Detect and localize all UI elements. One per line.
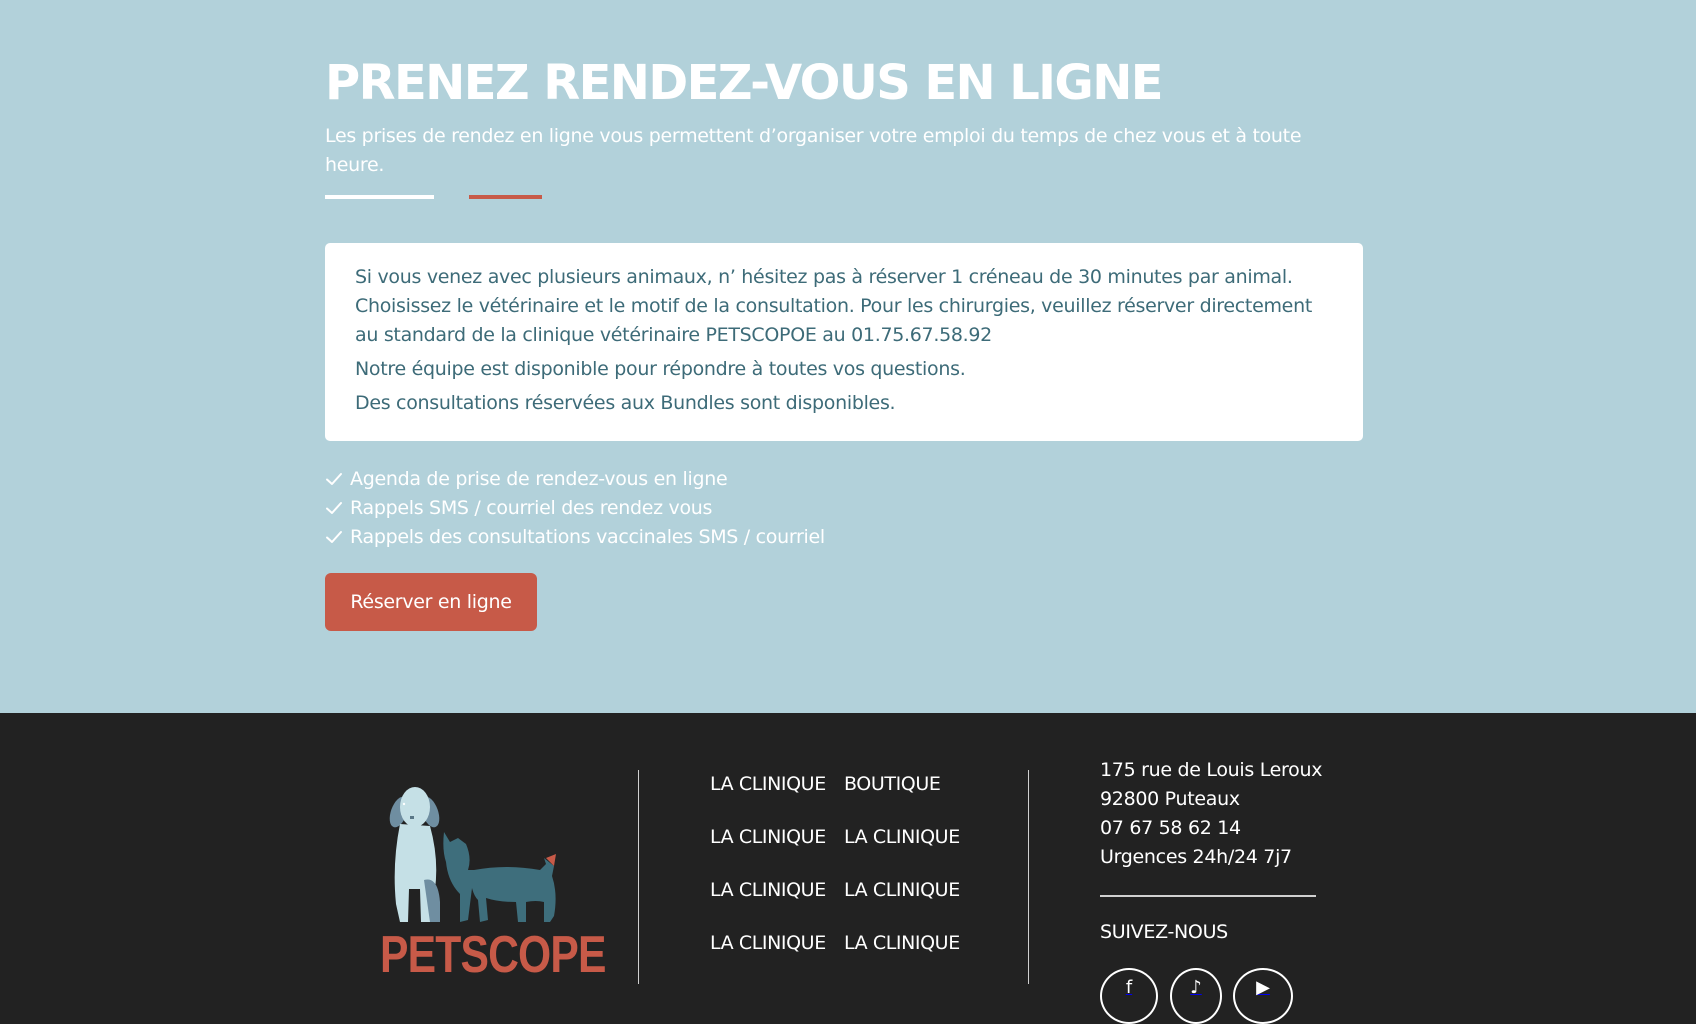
footer-link-clinique[interactable]: LA CLINIQUE [844,929,960,982]
footer-divider-right [1028,770,1029,984]
footer-nav-column-1: LA CLINIQUE LA CLINIQUE LA CLINIQUE LA C… [710,770,826,982]
page-title: PRENEZ RENDEZ-VOUS EN LIGNE [325,55,1164,111]
check-icon [326,530,342,543]
footer-link-clinique[interactable]: LA CLINIQUE [710,876,826,929]
appointment-section: PRENEZ RENDEZ-VOUS EN LIGNE Les prises d… [0,0,1696,713]
address-street: 175 rue de Louis Leroux [1100,759,1323,781]
info-paragraph-bundles: Des consultations réservées aux Bundles … [355,392,896,414]
list-item: Rappels des consultations vaccinales SMS… [325,522,825,551]
info-paragraph-animals: Si vous venez avec plusieurs animaux, n’… [355,266,1312,346]
footer-link-clinique[interactable]: LA CLINIQUE [710,770,826,823]
emergency-hours: Urgences 24h/24 7j7 [1100,846,1292,868]
follow-us-label: SUIVEZ-NOUS [1100,921,1228,943]
feature-label: Agenda de prise de rendez-vous en ligne [350,467,728,490]
book-online-button[interactable]: Réserver en ligne [325,573,537,631]
title-divider-red [469,195,542,199]
feature-label: Rappels des consultations vaccinales SMS… [350,525,825,548]
footer-nav-column-2: BOUTIQUE LA CLINIQUE LA CLINIQUE LA CLIN… [844,770,960,982]
title-divider-white [325,195,434,199]
logo-wordmark: PETSCOPE [380,926,606,984]
list-item: Rappels SMS / courriel des rendez vous [325,493,825,522]
youtube-icon[interactable]: ▶ [1233,968,1293,1024]
footer-link-clinique[interactable]: LA CLINIQUE [710,929,826,982]
address-city: 92800 Puteaux [1100,788,1240,810]
check-icon [326,472,342,485]
footer-link-clinique[interactable]: LA CLINIQUE [844,876,960,929]
tiktok-icon[interactable]: ♪ [1170,968,1222,1024]
footer-link-clinique[interactable]: LA CLINIQUE [844,823,960,876]
check-icon [326,501,342,514]
footer-link-clinique[interactable]: LA CLINIQUE [710,823,826,876]
contact-divider [1100,895,1316,897]
footer-divider-left [638,770,639,984]
info-paragraph-team: Notre équipe est disponible pour répondr… [355,358,966,380]
contact-block: 175 rue de Louis Leroux 92800 Puteaux 07… [1100,756,1322,872]
feature-label: Rappels SMS / courriel des rendez vous [350,496,713,519]
footer-link-boutique[interactable]: BOUTIQUE [844,770,960,823]
info-card: Si vous venez avec plusieurs animaux, n’… [325,243,1363,441]
features-list: Agenda de prise de rendez-vous en ligne … [325,464,825,551]
facebook-icon[interactable]: f [1100,968,1158,1024]
list-item: Agenda de prise de rendez-vous en ligne [325,464,825,493]
phone-number[interactable]: 07 67 58 62 14 [1100,814,1322,843]
page-subtitle: Les prises de rendez en ligne vous perme… [325,125,1302,176]
